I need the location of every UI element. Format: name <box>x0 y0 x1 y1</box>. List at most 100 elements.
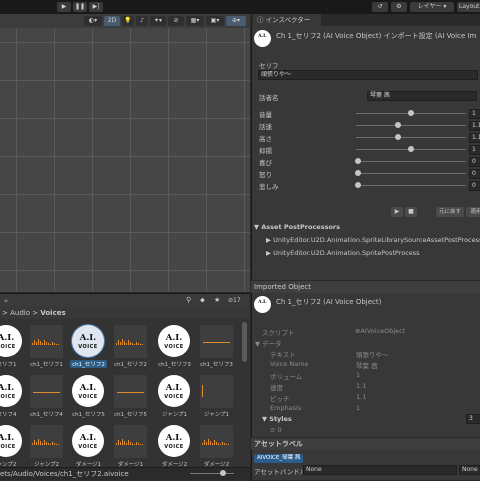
data-field-value: 1.1 <box>356 382 367 390</box>
revert-button[interactable]: 元に戻す <box>436 207 464 217</box>
slider-knob[interactable] <box>408 146 414 152</box>
styles-item[interactable]: ≡ 0 <box>270 426 282 434</box>
hidden-objects-icon[interactable]: ⊘ <box>168 16 184 26</box>
asset-tile[interactable]: ch1_セリフ4 <box>28 375 65 418</box>
history-icon[interactable]: ↺ <box>372 2 388 12</box>
aivoice-logo-icon: A.I.VOICE <box>158 325 191 358</box>
gizmos-icon[interactable]: ⊕▾ <box>226 16 246 26</box>
aivoice-logo-icon: A.I.VOICE <box>0 375 23 408</box>
emotion-slider[interactable] <box>355 170 466 176</box>
asset-tile[interactable]: ジャンプ2 <box>28 425 65 468</box>
asset-tile[interactable]: A.I.VOICEャンプ2 <box>0 425 25 468</box>
aivoice-logo: A.I.VOICE <box>158 325 190 357</box>
postprocessor-item[interactable]: ▶ UnityEditor.U2D.Animation.SpriteLibrar… <box>266 236 480 244</box>
asset-path-bar: ets/Audio/Voices/ch1_セリフ2.aivoice <box>0 467 250 481</box>
aivoice-logo: A.I.VOICE <box>0 325 22 357</box>
asset-tile[interactable]: ch1_セリフ1 <box>28 325 65 368</box>
preview-play-button[interactable]: ▶ <box>391 207 403 217</box>
filter-icon[interactable]: ⚲ <box>186 296 191 304</box>
emotion-value[interactable]: 0 <box>469 169 480 179</box>
aivoice-logo-icon: A.I.VOICE <box>0 425 23 458</box>
breadcrumb: > Audio > Voices <box>0 307 250 319</box>
asset-tile[interactable]: ch1_セリフ2 <box>112 325 149 368</box>
layout-dropdown[interactable]: Layout <box>457 2 480 12</box>
emotion-value[interactable]: 0 <box>469 157 480 167</box>
param-slider[interactable] <box>356 134 466 140</box>
asset-tile[interactable]: ジャンプ1 <box>198 375 235 418</box>
visibility-count[interactable]: ⊘17 <box>228 297 241 304</box>
data-field-label: Voice Name <box>270 360 309 368</box>
postprocessors-foldout[interactable]: ▼ Asset PostProcessors <box>254 223 340 231</box>
slider-knob[interactable] <box>355 182 361 188</box>
asset-tile[interactable]: ch1_セリフ3 <box>198 325 235 368</box>
asset-tile[interactable]: A.I. VOICE ジャンプ1 <box>156 375 193 418</box>
asset-tile[interactable]: A.I.VOICE セリフ4 <box>0 375 25 418</box>
emotion-value[interactable]: 0 <box>469 181 480 191</box>
audio-waveform-thumbnail <box>200 425 233 458</box>
styles-count[interactable]: 3 <box>466 414 480 424</box>
breadcrumb-voices[interactable]: Voices <box>40 309 65 317</box>
asset-tile[interactable]: A.I. VOICE ダメージ2 <box>156 425 193 468</box>
asset-bundle-variant-dropdown[interactable]: None <box>459 465 480 475</box>
favorite-icon[interactable]: ★ <box>214 296 220 304</box>
asset-bundle-dropdown[interactable]: None <box>303 465 457 475</box>
aivoice-logo-icon: A.I.VOICE <box>72 325 105 358</box>
data-foldout[interactable]: ▼ データ <box>255 338 282 348</box>
param-value[interactable]: 1 <box>469 109 480 119</box>
search-icon[interactable]: » <box>4 297 8 305</box>
asset-tile[interactable]: A.I. VOICE ch1_セリフ2 <box>70 325 107 368</box>
postprocessor-item[interactable]: ▶ UnityEditor.U2D.Animation.SpritePostPr… <box>266 249 480 257</box>
asset-tile[interactable]: A.I. VOICE ch1_セリフ5 <box>70 375 107 418</box>
speaker-dropdown[interactable]: 琴葉 茜 <box>367 91 477 101</box>
camera-icon[interactable]: ▣▾ <box>206 16 224 26</box>
play-icon[interactable]: ▶ <box>57 2 71 12</box>
param-label: 話速 <box>259 123 272 131</box>
script-field: ⊕AIVoiceObject <box>355 327 406 335</box>
preview-stop-button[interactable]: ■ <box>405 207 417 217</box>
slider-knob[interactable] <box>355 170 361 176</box>
emotion-slider[interactable] <box>355 158 466 164</box>
slider-knob[interactable] <box>408 110 414 116</box>
lighting-icon[interactable]: 💡 <box>122 16 134 26</box>
scene-view[interactable] <box>0 28 250 292</box>
param-slider[interactable] <box>356 146 466 152</box>
audio-waveform-thumbnail <box>30 325 63 358</box>
breadcrumb-audio[interactable]: Audio <box>10 309 30 317</box>
tab-inspector[interactable]: ⓘ インスペクター <box>253 14 321 26</box>
styles-foldout[interactable]: ▼ Styles <box>262 415 292 423</box>
step-icon[interactable]: ▶| <box>89 2 103 12</box>
param-slider[interactable] <box>356 122 466 128</box>
slider-knob[interactable] <box>394 134 401 140</box>
asset-tile[interactable]: A.I.VOICE セリフ1 <box>0 325 25 368</box>
gear-icon[interactable]: ⚙ <box>391 2 407 12</box>
asset-tile[interactable]: A.I. VOICE ダメージ1 <box>70 425 107 468</box>
audio-icon[interactable]: ♪ <box>136 16 148 26</box>
mode-2d-button[interactable]: 2D <box>104 16 120 26</box>
shading-mode-button[interactable]: ◐▾ <box>84 16 102 26</box>
label-filter-icon[interactable]: ⬥ <box>200 296 205 305</box>
data-field-value: 1 <box>356 371 361 379</box>
param-value[interactable]: 1.1 <box>469 121 480 131</box>
waveform-icon <box>116 339 145 345</box>
serif-input[interactable]: 頑張りや〜 <box>258 70 478 80</box>
asset-label: ジャンプ1 <box>161 412 188 418</box>
asset-tile[interactable]: A.I. VOICE ch1_セリフ3 <box>156 325 193 368</box>
slider-knob[interactable] <box>355 158 361 164</box>
asset-scrollbar[interactable] <box>242 322 247 362</box>
apply-button[interactable]: 適用 <box>466 207 480 217</box>
pause-icon[interactable]: ❚❚ <box>73 2 87 12</box>
asset-label-tag[interactable]: AIVOICE_琴葉 茜 <box>254 454 304 463</box>
param-value[interactable]: 1.1 <box>469 133 480 143</box>
asset-tile[interactable]: ch1_セリフ5 <box>112 375 149 418</box>
effects-icon[interactable]: ✦▾ <box>150 16 166 26</box>
emotion-slider[interactable] <box>355 182 466 188</box>
asset-tile[interactable]: ダメージ2 <box>198 425 235 468</box>
slider-knob[interactable] <box>394 122 401 128</box>
param-slider[interactable] <box>356 110 466 116</box>
asset-label: ch1_セリフ5 <box>72 412 105 418</box>
asset-tile[interactable]: ダメージ1 <box>112 425 149 468</box>
grid-icon[interactable]: ▦▾ <box>186 16 204 26</box>
param-value[interactable]: 1 <box>469 145 480 155</box>
layers-dropdown[interactable]: レイヤー ▾ <box>410 2 454 12</box>
thumbnail-size-slider[interactable] <box>190 470 234 476</box>
